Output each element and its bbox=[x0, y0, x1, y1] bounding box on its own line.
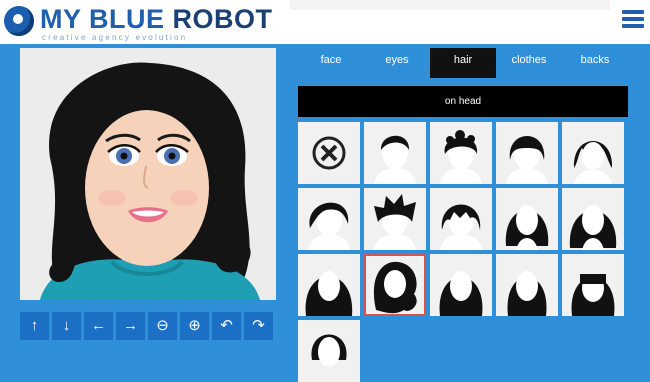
top-bar: MY BLUE ROBOT creative agency evolution bbox=[0, 0, 650, 44]
arrow-down-button[interactable]: ↓ bbox=[52, 312, 81, 340]
category-tabs: face eyes hair clothes backs bbox=[298, 48, 628, 78]
logo-title: MY BLUE ROBOT bbox=[40, 4, 273, 34]
hair-option-long-2[interactable] bbox=[562, 188, 624, 250]
rotate-left-icon: ↶ bbox=[220, 317, 233, 334]
zoom-out-button[interactable]: ⊖ bbox=[148, 312, 177, 340]
avatar-illustration bbox=[20, 48, 276, 300]
arrow-down-icon: ↓ bbox=[62, 317, 71, 334]
hair-option-bangs[interactable] bbox=[562, 254, 624, 316]
tab-eyes[interactable]: eyes bbox=[364, 48, 430, 78]
arrow-up-button[interactable]: ↑ bbox=[20, 312, 49, 340]
logo-subtitle: creative agency evolution bbox=[42, 33, 188, 42]
hamburger-menu-icon[interactable] bbox=[622, 10, 644, 32]
arrow-right-icon: → bbox=[123, 317, 138, 334]
remove-icon bbox=[312, 136, 346, 170]
hair-option-bowl[interactable] bbox=[496, 122, 558, 184]
hair-option-long-4[interactable] bbox=[496, 254, 558, 316]
zoom-in-button[interactable]: ⊕ bbox=[180, 312, 209, 340]
subcategory-header[interactable]: on head bbox=[298, 86, 628, 117]
hair-shaggy-icon bbox=[440, 204, 482, 250]
hair-option-long-curly-selected[interactable] bbox=[364, 254, 426, 316]
logo[interactable]: MY BLUE ROBOT creative agency evolution bbox=[4, 4, 272, 42]
rotate-right-button[interactable]: ↷ bbox=[244, 312, 273, 340]
hair-short-icon bbox=[374, 135, 416, 184]
hair-option-long-3[interactable] bbox=[430, 254, 492, 316]
tab-face[interactable]: face bbox=[298, 48, 364, 78]
tab-backs[interactable]: backs bbox=[562, 48, 628, 78]
logo-mark-icon bbox=[4, 6, 34, 36]
hair-option-bob[interactable] bbox=[562, 122, 624, 184]
avatar-preview bbox=[20, 48, 276, 300]
rotate-right-icon: ↷ bbox=[252, 317, 265, 334]
hair-long-icon bbox=[439, 271, 483, 316]
arrow-left-icon: ← bbox=[91, 317, 106, 334]
hair-spiky-icon bbox=[374, 194, 416, 250]
hair-bangs-icon bbox=[571, 274, 615, 316]
hair-long-wavy-icon bbox=[305, 271, 353, 316]
zoom-in-icon: ⊕ bbox=[188, 317, 201, 334]
arrow-up-icon: ↑ bbox=[30, 317, 39, 334]
hair-bob-icon bbox=[573, 141, 613, 184]
hair-option-short[interactable] bbox=[364, 122, 426, 184]
rotate-left-button[interactable]: ↶ bbox=[212, 312, 241, 340]
hair-option-none[interactable] bbox=[298, 122, 360, 184]
hair-long-curly-icon bbox=[373, 261, 417, 314]
hair-option-spiky[interactable] bbox=[364, 188, 426, 250]
hair-curly-icon bbox=[440, 130, 482, 184]
hair-long-icon bbox=[505, 205, 549, 250]
hair-short-icon bbox=[311, 334, 347, 367]
hair-option-long[interactable] bbox=[496, 188, 558, 250]
zoom-out-icon: ⊖ bbox=[156, 317, 169, 334]
hair-long-icon bbox=[569, 205, 617, 250]
tab-clothes[interactable]: clothes bbox=[496, 48, 562, 78]
transform-controls: ↑ ↓ ← → ⊖ ⊕ ↶ ↷ bbox=[20, 312, 273, 340]
hair-long-icon bbox=[507, 271, 547, 316]
hair-option-shaggy[interactable] bbox=[430, 188, 492, 250]
arrow-right-button[interactable]: → bbox=[116, 312, 145, 340]
hair-wavy-icon bbox=[308, 202, 350, 250]
tab-hair[interactable]: hair bbox=[430, 48, 496, 78]
hair-option-short-2[interactable] bbox=[298, 320, 360, 382]
header-decoration bbox=[290, 0, 610, 10]
hair-option-curly[interactable] bbox=[430, 122, 492, 184]
hair-bowl-icon bbox=[506, 136, 548, 184]
arrow-left-button[interactable]: ← bbox=[84, 312, 113, 340]
hair-option-wavy-short[interactable] bbox=[298, 188, 360, 250]
hair-option-long-wavy[interactable] bbox=[298, 254, 360, 316]
